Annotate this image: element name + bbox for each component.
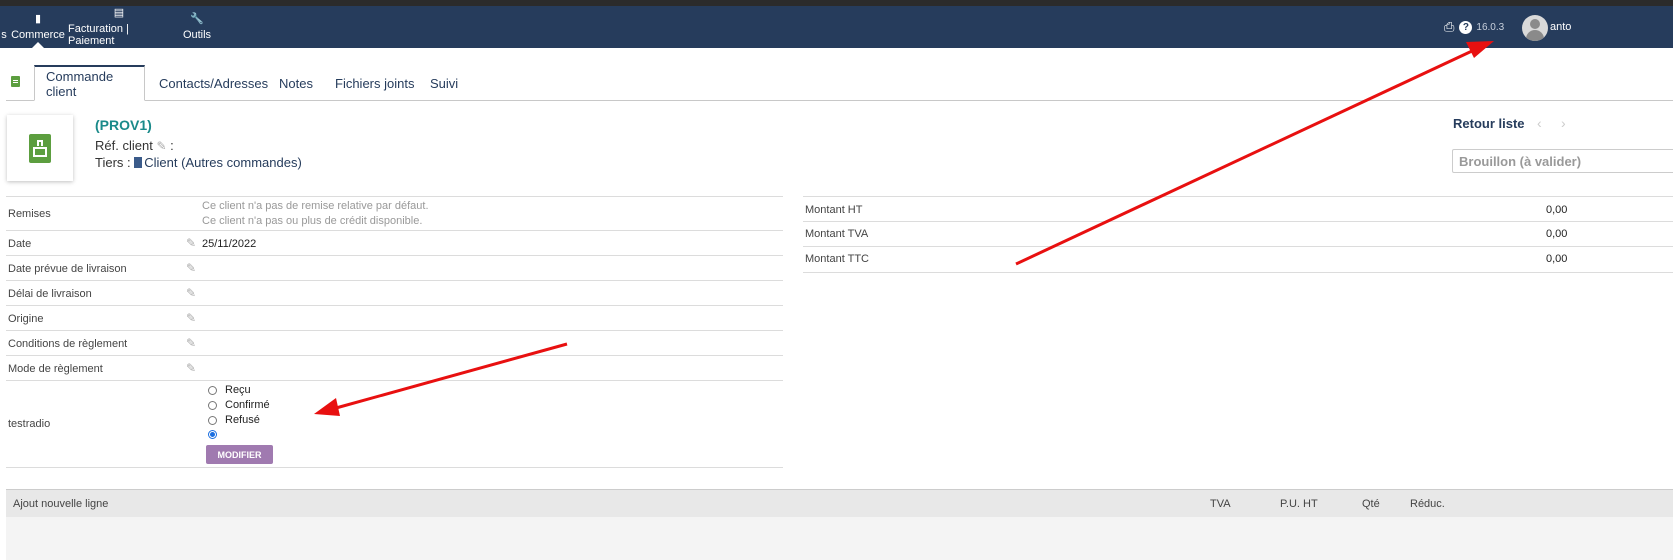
edit-pencil-icon[interactable]: ✎ [186, 236, 196, 250]
add-line-form [6, 517, 1673, 560]
menu-item-label: Commerce [11, 29, 65, 41]
edit-pencil-icon[interactable]: ✎ [156, 139, 166, 153]
menu-item-label: Outils [182, 29, 212, 41]
radio-button[interactable] [208, 400, 217, 410]
total-value: 0,00 [1546, 228, 1568, 240]
remises-label: Remises [8, 208, 51, 220]
total-label: Montant HT [805, 204, 863, 216]
order-document-icon [11, 76, 20, 87]
delai-row: Délai de livraison ✎ [6, 280, 783, 306]
tab-fichiers-joints[interactable]: Fichiers joints [324, 65, 425, 101]
ref-client-colon: : [170, 138, 174, 153]
mode-row: Mode de règlement ✎ [6, 355, 783, 381]
menu-item-label: Facturation | Paiement [68, 23, 129, 47]
edit-pencil-icon[interactable]: ✎ [186, 261, 196, 275]
radio-label: Reçu [225, 384, 251, 396]
total-value: 0,00 [1546, 204, 1568, 216]
radio-option-recu[interactable]: Reçu [208, 384, 251, 396]
tab-notes[interactable]: Notes [268, 65, 324, 101]
edit-pencil-icon[interactable]: ✎ [186, 361, 196, 375]
origine-label: Origine [8, 313, 44, 325]
date-row: Date ✎ 25/11/2022 [6, 230, 783, 256]
conditions-label: Conditions de règlement [8, 338, 128, 350]
menu-item-facturation[interactable]: ▤ Facturation | Paiement [68, 6, 170, 48]
column-qte: Qté [1362, 498, 1380, 510]
order-logo [7, 115, 73, 181]
lines-header-bar: Ajout nouvelle ligne TVA P.U. HT Qté Réd… [6, 489, 1673, 518]
chevron-left-icon[interactable]: ‹ [1537, 115, 1542, 131]
date-label: Date [8, 238, 32, 250]
edit-pencil-icon[interactable]: ✎ [186, 336, 196, 350]
total-row-ht: Montant HT 0,00 [803, 196, 1673, 222]
radio-button[interactable] [208, 385, 217, 395]
date-livraison-row: Date prévue de livraison ✎ [6, 255, 783, 281]
radio-button-selected[interactable] [208, 430, 217, 439]
column-reduc: Réduc. [1410, 498, 1445, 510]
remises-note-2: Ce client n'a pas ou plus de crédit disp… [202, 215, 423, 227]
tab-commande-client[interactable]: Commande client [34, 65, 145, 101]
autres-commandes-link[interactable]: (Autres commandes) [181, 155, 302, 170]
add-line-label: Ajout nouvelle ligne [13, 498, 109, 510]
avatar[interactable] [1522, 15, 1548, 41]
date-livraison-label: Date prévue de livraison [8, 263, 127, 275]
print-icon[interactable]: ⎙ [1444, 19, 1454, 35]
total-row-ttc: Montant TTC 0,00 [803, 246, 1673, 273]
help-icon[interactable]: ? [1459, 20, 1473, 34]
radio-option-refuse[interactable]: Refusé [208, 414, 260, 426]
conditions-row: Conditions de règlement ✎ [6, 330, 783, 356]
tiers-label: Tiers : [95, 155, 131, 170]
tab-suivi[interactable]: Suivi [419, 65, 469, 101]
tiers-link[interactable]: Client [144, 155, 177, 170]
mode-label: Mode de règlement [8, 363, 103, 375]
username[interactable]: anto [1550, 6, 1571, 48]
origine-row: Origine ✎ [6, 305, 783, 331]
total-row-tva: Montant TVA 0,00 [803, 221, 1673, 247]
delai-label: Délai de livraison [8, 288, 92, 300]
version-label: 16.0.3 [1476, 21, 1505, 33]
menu-item-commerce[interactable]: ▮ Commerce [11, 6, 65, 48]
column-pu-ht: P.U. HT [1280, 498, 1318, 510]
total-label: Montant TVA [805, 228, 869, 240]
menu-item-outils[interactable]: 🔧 Outils [180, 6, 214, 48]
total-value: 0,00 [1546, 253, 1568, 265]
testradio-row: testradio [6, 380, 783, 468]
briefcase-icon: ▮ [34, 13, 42, 25]
ref-client-line: Réf. client ✎ : [95, 138, 174, 153]
status-select[interactable]: Brouillon (à valider) [1452, 149, 1673, 173]
order-document-icon [29, 133, 51, 163]
radio-label: Refusé [225, 414, 260, 426]
remises-note-1: Ce client n'a pas de remise relative par… [202, 200, 429, 212]
tab-contacts[interactable]: Contacts/Adresses [148, 65, 279, 101]
date-value: 25/11/2022 [202, 238, 257, 250]
building-icon [134, 157, 143, 168]
radio-option-empty[interactable] [208, 430, 225, 439]
modifier-button[interactable]: MODIFIER [206, 445, 273, 464]
menu-item-truncated[interactable]: s [0, 6, 8, 48]
radio-button[interactable] [208, 415, 217, 425]
bank-icon: ▤ [113, 7, 125, 19]
retour-liste-link[interactable]: Retour liste [1453, 116, 1525, 131]
wrench-icon: 🔧 [190, 13, 204, 25]
total-label: Montant TTC [805, 253, 869, 265]
order-ref: (PROV1) [95, 117, 152, 133]
tiers-line: Tiers : Client (Autres commandes) [95, 155, 302, 170]
column-tva: TVA [1210, 498, 1231, 510]
radio-label: Confirmé [225, 399, 270, 411]
testradio-label: testradio [8, 418, 51, 430]
edit-pencil-icon[interactable]: ✎ [186, 286, 196, 300]
radio-option-confirme[interactable]: Confirmé [208, 399, 270, 411]
topbar-tools: ⎙ ? 16.0.3 [1444, 6, 1504, 48]
edit-pencil-icon[interactable]: ✎ [186, 311, 196, 325]
chevron-right-icon[interactable]: › [1561, 115, 1566, 131]
ref-client-label: Réf. client [95, 138, 153, 153]
top-menu-bar: s ▮ Commerce ▤ Facturation | Paiement 🔧 … [0, 6, 1673, 48]
